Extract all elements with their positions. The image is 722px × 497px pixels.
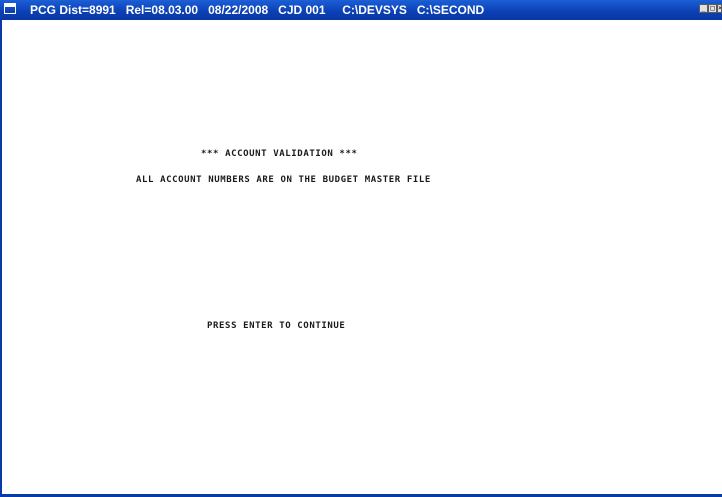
window-title: PCG Dist=8991 Rel=08.03.00 08/22/2008 CJ…: [30, 3, 485, 17]
continue-prompt: PRESS ENTER TO CONTINUE: [207, 321, 346, 331]
close-button[interactable]: ×: [717, 4, 722, 13]
minimize-icon: _: [701, 4, 706, 12]
title-bar[interactable]: PCG Dist=8991 Rel=08.03.00 08/22/2008 CJ…: [0, 0, 722, 20]
terminal-window: PCG Dist=8991 Rel=08.03.00 08/22/2008 CJ…: [0, 0, 722, 497]
validation-message: ALL ACCOUNT NUMBERS ARE ON THE BUDGET MA…: [136, 175, 431, 185]
maximize-icon: □: [710, 4, 715, 12]
app-menu-icon[interactable]: [4, 3, 16, 14]
screen-title: *** ACCOUNT VALIDATION ***: [201, 149, 358, 159]
close-icon: ×: [718, 4, 722, 12]
minimize-button[interactable]: _: [699, 4, 708, 13]
maximize-button[interactable]: □: [708, 4, 717, 13]
terminal-screen[interactable]: *** ACCOUNT VALIDATION *** ALL ACCOUNT N…: [2, 20, 722, 494]
